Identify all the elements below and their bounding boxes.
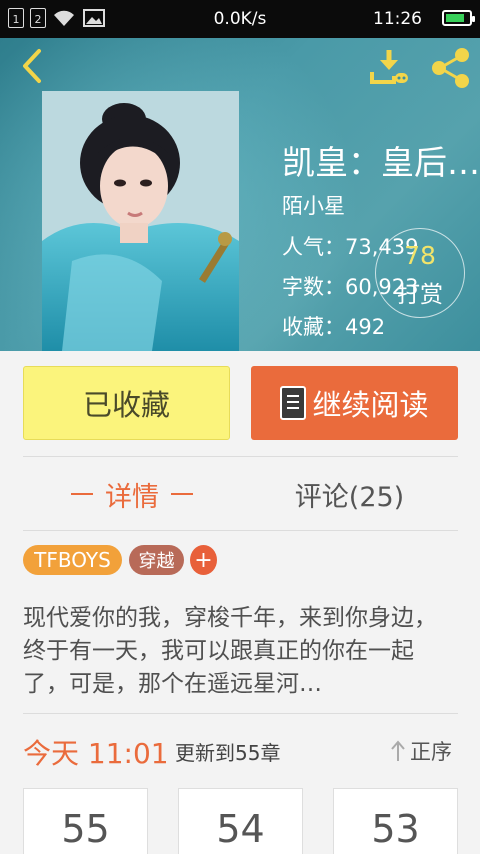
- tab-active-dash-left: [71, 493, 93, 495]
- reward-count: 78: [404, 241, 436, 270]
- chapter-button[interactable]: 54: [178, 788, 303, 854]
- sort-order-label: 正序: [410, 740, 452, 764]
- tag-tfboys[interactable]: TFBOYS: [23, 545, 122, 575]
- update-time: 今天 11:01: [23, 737, 169, 770]
- tab-active-dash-right: [171, 493, 193, 495]
- tab-details[interactable]: 详情: [23, 458, 241, 530]
- battery-icon: [442, 10, 475, 26]
- book-header: 凯皇：皇后… 陌小星 人气：73,439 字数：60,923 收藏：492 78…: [0, 38, 480, 351]
- back-button[interactable]: [12, 46, 52, 86]
- tabs-bottom-divider: [23, 530, 458, 531]
- download-button[interactable]: [368, 46, 410, 88]
- favorites-value: 492: [345, 315, 386, 339]
- popularity-label: 人气：: [282, 235, 345, 259]
- continue-reading-button[interactable]: 继续阅读: [251, 366, 458, 440]
- book-cover-image[interactable]: [42, 91, 239, 351]
- download-icon: [370, 50, 408, 84]
- status-bar: 1 2 0.0K/s 11:26: [0, 0, 480, 38]
- favorites-stat: 收藏：492: [282, 311, 385, 341]
- reward-label: 打赏: [397, 282, 443, 308]
- chevron-left-icon: [23, 49, 41, 83]
- cover-illustration: [42, 91, 239, 351]
- share-icon: [432, 48, 469, 88]
- chapter-button[interactable]: 55: [23, 788, 148, 854]
- tabs-top-divider: [23, 456, 458, 457]
- clock: 11:26: [373, 9, 422, 29]
- book-title: 凯皇：皇后…: [282, 143, 480, 182]
- chapter-button[interactable]: 53: [333, 788, 458, 854]
- favorited-label: 已收藏: [82, 388, 170, 422]
- continue-reading-label: 继续阅读: [312, 388, 429, 422]
- update-chapter-text: 更新到55章: [175, 741, 281, 765]
- arrow-up-icon: [391, 740, 405, 761]
- tab-details-label: 详情: [105, 481, 159, 513]
- sort-order-button[interactable]: 正序: [390, 736, 452, 766]
- share-button[interactable]: [428, 46, 472, 90]
- add-tag-button[interactable]: +: [190, 545, 217, 575]
- tab-comments-label: 评论(25): [294, 481, 405, 513]
- book-description[interactable]: 现代爱你的我，穿梭千年，来到你身边，终于有一天，我可以跟真正的你在一起了，可是，…: [23, 602, 459, 701]
- favorited-button[interactable]: 已收藏: [23, 366, 230, 440]
- favorites-label: 收藏：: [282, 315, 345, 339]
- description-divider: [23, 713, 458, 714]
- word-count-label: 字数：: [282, 275, 345, 299]
- book-icon: [280, 386, 307, 420]
- reward-button[interactable]: 78 打赏: [375, 228, 465, 318]
- book-author[interactable]: 陌小星: [282, 190, 345, 220]
- tab-comments[interactable]: 评论(25): [241, 458, 458, 530]
- tag-time-travel[interactable]: 穿越: [129, 545, 184, 575]
